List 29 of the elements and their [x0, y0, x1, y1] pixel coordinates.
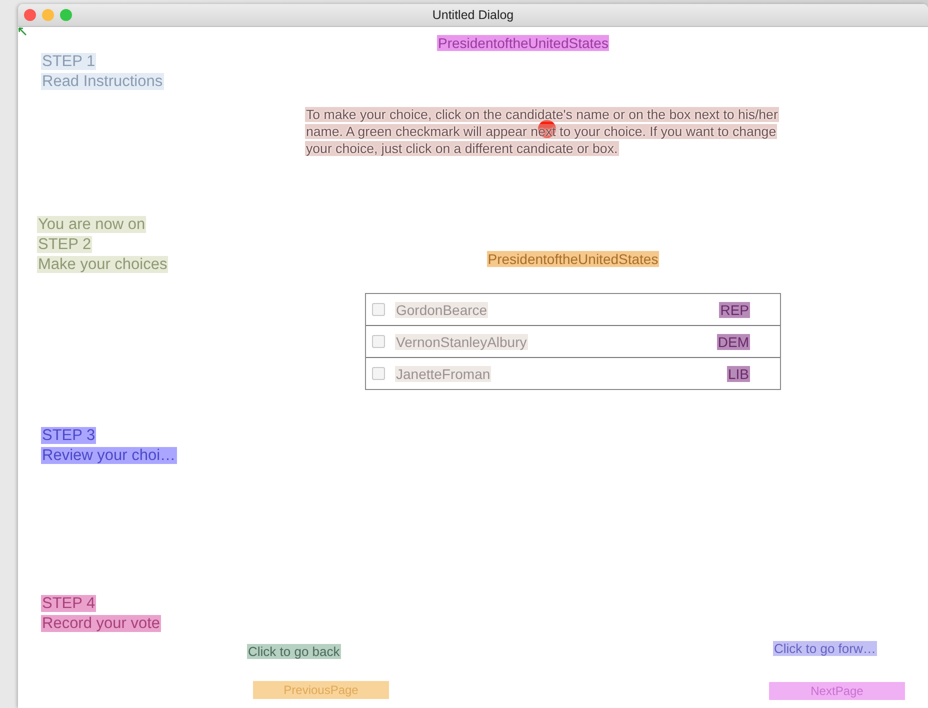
step-label: STEP 4 — [41, 595, 96, 612]
party-label: DEM — [716, 334, 750, 350]
ballot-title: PresidentoftheUnitedStates — [486, 251, 660, 267]
close-button[interactable] — [24, 9, 36, 21]
checkbox[interactable] — [372, 335, 385, 348]
step-label: You are now on — [37, 216, 146, 233]
next-page-button[interactable]: NextPage — [769, 682, 905, 700]
window-title: Untitled Dialog — [432, 8, 514, 22]
step-label: STEP 1 — [41, 53, 96, 70]
candidate-name[interactable]: GordonBearce — [395, 302, 488, 318]
back-hint: Click to go back — [247, 644, 341, 659]
zoom-button[interactable] — [60, 9, 72, 21]
step-label: Review your choi… — [41, 447, 177, 464]
checkbox[interactable] — [372, 303, 385, 316]
step-label: Read Instructions — [41, 73, 164, 90]
party-label: LIB — [726, 366, 750, 382]
step-label: STEP 3 — [41, 427, 96, 444]
step-label: Record your vote — [41, 615, 162, 632]
forward-hint: Click to go forw… — [773, 641, 877, 656]
previous-page-button[interactable]: PreviousPage — [253, 681, 389, 699]
step-label: Make your choices — [37, 256, 168, 273]
arrow-icon — [18, 27, 27, 36]
minimize-button[interactable] — [42, 9, 54, 21]
step-label: STEP 2 — [37, 236, 92, 253]
party-label: REP — [719, 302, 750, 318]
candidate-name[interactable]: VernonStanleyAlbury — [395, 334, 528, 350]
candidate-name[interactable]: JanetteFroman — [395, 366, 492, 382]
checkbox[interactable] — [372, 367, 385, 380]
office-title: PresidentoftheUnitedStates — [437, 35, 610, 51]
